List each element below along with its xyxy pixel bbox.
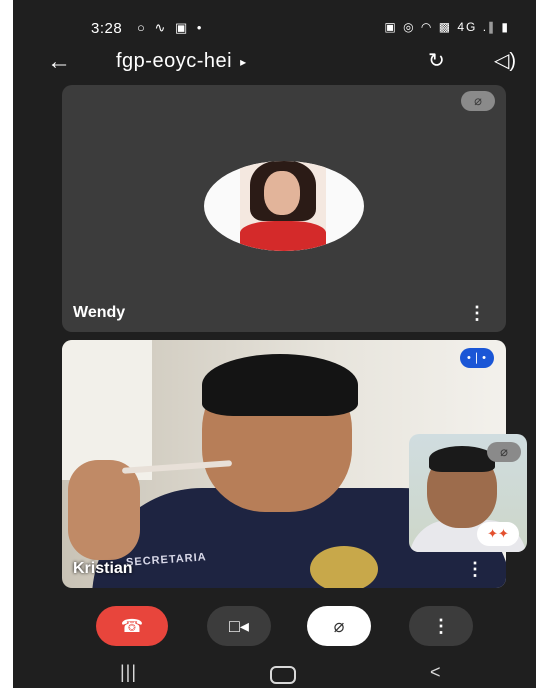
recents-icon[interactable]: |||: [120, 662, 137, 683]
nav-back-icon[interactable]: <: [430, 662, 441, 683]
participant-name: Wendy: [73, 304, 126, 321]
effects-sparkle-icon[interactable]: ✦✦: [477, 522, 519, 546]
more-options-button[interactable]: ⋮: [409, 606, 473, 646]
camera-switch-icon[interactable]: ↻: [428, 48, 445, 73]
mic-toggle-button[interactable]: ⌀: [307, 606, 371, 646]
avatar-face: [264, 171, 300, 215]
more-options-icon[interactable]: ⋮: [466, 559, 484, 580]
system-status-icons: ▣ ◎ ◠ ▩ 4G .∥ ▮: [384, 20, 510, 34]
video-background: [62, 340, 152, 480]
system-nav-bar: ||| <: [13, 654, 536, 688]
speaker-icon[interactable]: ◁): [494, 48, 516, 73]
meeting-code-title[interactable]: fgp-eoyc-hei ▸: [116, 50, 247, 73]
speaking-indicator-icon: •❘•: [460, 348, 494, 368]
phone-screen: 3:28 ○ ∿ ▣ • ▣ ◎ ◠ ▩ 4G .∥ ▮ ← fgp-eoyc-…: [13, 0, 536, 688]
meeting-header: ← fgp-eoyc-hei ▸ ↻ ◁): [13, 42, 536, 82]
mic-off-icon: ⌀: [461, 91, 495, 111]
participant-name: Kristian: [73, 560, 133, 577]
end-call-button[interactable]: ☎: [96, 606, 168, 646]
shirt-logo: [310, 546, 378, 588]
status-bar: 3:28 ○ ∿ ▣ • ▣ ◎ ◠ ▩ 4G .∥ ▮: [13, 0, 536, 42]
notification-icons: ○ ∿ ▣ •: [137, 20, 205, 35]
avatar-photo: [240, 161, 326, 251]
mic-off-icon: ⌀: [487, 442, 521, 462]
caret-right-icon: ▸: [240, 54, 247, 69]
avatar-dress: [240, 221, 326, 251]
home-icon[interactable]: [270, 666, 296, 684]
participant-tile-wendy[interactable]: ⌀ Wendy ⋮: [62, 85, 506, 332]
more-options-icon[interactable]: ⋮: [468, 303, 486, 324]
call-controls: ☎ □◂ ⌀ ⋮: [13, 606, 536, 646]
video-person-hand: [68, 460, 140, 560]
video-person-hair: [202, 354, 358, 416]
self-view-hair: [429, 446, 495, 472]
back-arrow-icon[interactable]: ←: [47, 48, 71, 76]
self-view-tile[interactable]: ⌀ ✦✦: [409, 434, 527, 552]
avatar: [204, 161, 364, 251]
meeting-code-label: fgp-eoyc-hei: [116, 50, 233, 72]
status-time: 3:28: [91, 20, 123, 37]
camera-toggle-button[interactable]: □◂: [207, 606, 271, 646]
